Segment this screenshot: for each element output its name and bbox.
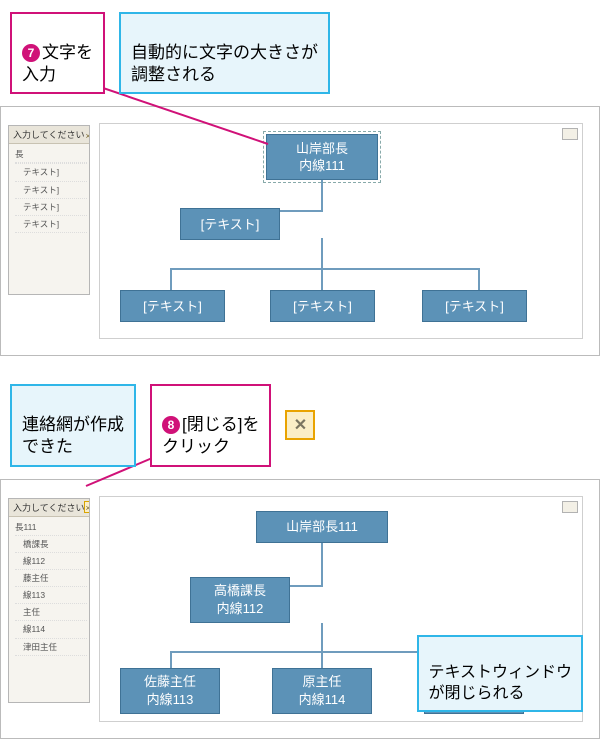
callout-8-magenta: 8[閉じる]を クリック	[150, 384, 271, 466]
connector	[170, 268, 172, 290]
list-item[interactable]: テキスト]	[15, 199, 87, 216]
node-text: [テキスト]	[121, 298, 224, 316]
node-text: 内線111	[267, 157, 377, 175]
callout-row-7: 7文字を 入力 自動的に文字の大きさが 調整される	[0, 0, 600, 98]
connector	[478, 268, 480, 290]
node-text: 原主任	[273, 673, 371, 691]
connector	[321, 238, 323, 268]
node-text: 内線112	[191, 600, 289, 618]
connector	[321, 623, 323, 651]
org-node-root-8[interactable]: 山岸部長111	[256, 511, 388, 543]
node-text: [テキスト]	[181, 216, 279, 234]
text-pane-title-7: 入力してください	[13, 128, 84, 141]
text-pane-list-7: 長 テキスト] テキスト] テキスト] テキスト]	[9, 144, 89, 235]
list-item[interactable]: テキスト]	[15, 216, 87, 233]
list-item[interactable]: 長	[15, 146, 87, 163]
node-text: [テキスト]	[271, 298, 374, 316]
text-pane-list-8: 長111 橋課長 線112 藤主任 線113 主任 線114 津田主任	[9, 517, 89, 658]
connector	[170, 268, 480, 270]
list-item[interactable]: 藤主任	[15, 570, 87, 587]
list-item[interactable]: 長111	[15, 519, 87, 536]
list-item[interactable]: テキスト]	[15, 182, 87, 199]
node-text: 内線114	[273, 691, 371, 709]
overlay-label-8: テキストウィンドウ が閉じられる	[417, 635, 583, 711]
org-node-child-8[interactable]: 高橋課長 内線112	[190, 577, 290, 623]
list-item[interactable]: 線112	[15, 553, 87, 570]
org-node-leaf-7b[interactable]: [テキスト]	[270, 290, 375, 322]
org-node-leaf-8a[interactable]: 佐藤主任 内線113	[120, 668, 220, 714]
step-7-section: 7文字を 入力 自動的に文字の大きさが 調整される 入力してください × 長 テ…	[0, 0, 600, 356]
text-pane-header-8: 入力してください ×	[9, 499, 89, 517]
step-8-section: 連絡網が作成 できた 8[閉じる]を クリック ✕ 入力してください × 長11…	[0, 372, 600, 738]
close-button-highlight[interactable]: ✕	[285, 410, 315, 440]
smartart-text-pane-8[interactable]: 入力してください × 長111 橋課長 線112 藤主任 線113 主任 線11…	[8, 498, 90, 703]
connector	[321, 651, 323, 669]
callout-8-cyan-left-text: 連絡網が作成 できた	[22, 415, 124, 456]
text-pane-header-7: 入力してください ×	[9, 126, 89, 144]
node-text: 佐藤主任	[121, 673, 219, 691]
node-text: 山岸部長	[267, 140, 377, 158]
badge-7: 7	[22, 44, 40, 62]
callout-7-cyan-text: 自動的に文字の大きさが 調整される	[131, 43, 318, 84]
list-item[interactable]: 主任	[15, 604, 87, 621]
callout-7-magenta: 7文字を 入力	[10, 12, 105, 94]
callout-row-8: 連絡網が作成 できた 8[閉じる]を クリック ✕	[0, 372, 600, 470]
callout-8-cyan-left: 連絡網が作成 できた	[10, 384, 136, 466]
org-node-leaf-7c[interactable]: [テキスト]	[422, 290, 527, 322]
list-item[interactable]: テキスト]	[15, 164, 87, 181]
connector	[321, 180, 323, 210]
node-text: 山岸部長111	[257, 518, 387, 536]
org-node-root-7[interactable]: 山岸部長 内線111	[266, 134, 378, 180]
text-pane-close-8[interactable]: ×	[84, 501, 90, 513]
list-item[interactable]: 線113	[15, 587, 87, 604]
connector	[321, 268, 323, 290]
list-item[interactable]: 橋課長	[15, 536, 87, 553]
list-item[interactable]: 線114	[15, 621, 87, 638]
text-pane-close-7[interactable]: ×	[84, 129, 90, 141]
node-text: 高橋課長	[191, 582, 289, 600]
badge-8: 8	[162, 416, 180, 434]
org-node-leaf-7a[interactable]: [テキスト]	[120, 290, 225, 322]
node-text: 内線113	[121, 691, 219, 709]
node-text: [テキスト]	[423, 298, 526, 316]
screenshot-panel-8: 入力してください × 長111 橋課長 線112 藤主任 線113 主任 線11…	[0, 479, 600, 739]
smartart-text-pane-7[interactable]: 入力してください × 長 テキスト] テキスト] テキスト] テキスト]	[8, 125, 90, 295]
connector	[170, 651, 172, 669]
org-node-leaf-8b[interactable]: 原主任 内線114	[272, 668, 372, 714]
connector	[321, 543, 323, 585]
smartart-canvas-7[interactable]: 山岸部長 内線111 [テキスト] [テキスト] [テキスト] [テキスト]	[99, 123, 583, 339]
text-pane-title-8: 入力してください	[13, 501, 84, 514]
screenshot-panel-7: 入力してください × 長 テキスト] テキスト] テキスト] テキスト]	[0, 106, 600, 356]
org-node-child-7[interactable]: [テキスト]	[180, 208, 280, 240]
overlay-label-8-text: テキストウィンドウ が閉じられる	[428, 664, 572, 702]
list-item[interactable]: 津田主任	[15, 639, 87, 656]
close-icon: ✕	[294, 415, 307, 435]
callout-7-cyan: 自動的に文字の大きさが 調整される	[119, 12, 330, 94]
